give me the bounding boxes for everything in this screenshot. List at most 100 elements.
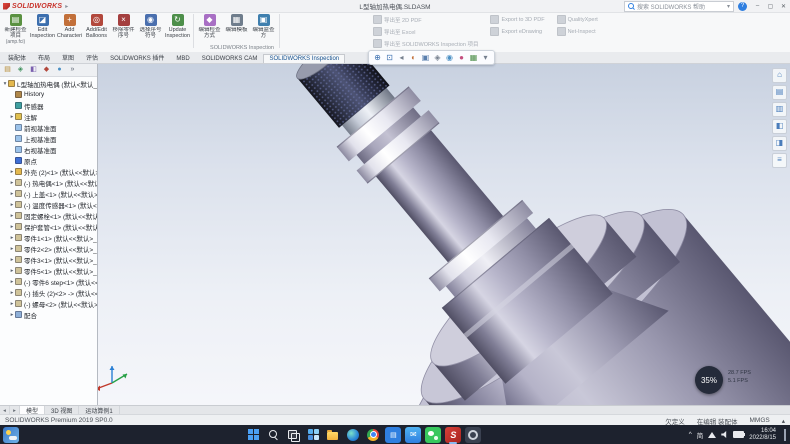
tree-item-14[interactable]: ▸零件2<2> (默认<<默认>_显示状态 (0, 243, 97, 254)
mail-icon[interactable] (405, 427, 421, 443)
export-3d-pdf-button[interactable]: Export to 3D PDF (490, 15, 544, 24)
tree-item-9[interactable]: ▸(-) 上盖<1> (默认<<默认>_显示状态 (0, 188, 97, 199)
solidworks-resources-tab[interactable]: ⌂ (772, 68, 787, 83)
ribbon-tab-cam[interactable]: SOLIDWORKS CAM (196, 54, 264, 63)
tree-item-15[interactable]: ▸零件3<1> (默认<<默认>_显示状态 (0, 254, 97, 265)
tray-chevron-icon[interactable]: ^ (689, 431, 692, 438)
show-desktop-button[interactable] (784, 429, 786, 441)
ribbon-tab-evaluate[interactable]: 评估 (80, 51, 104, 63)
tree-item-11[interactable]: ▸固定螺栓<1> (默认<<默认>_显示状 (0, 210, 97, 221)
model-assembly[interactable] (183, 63, 790, 405)
model-3d-view[interactable] (0, 63, 790, 405)
menu-expand-arrow-icon[interactable]: ▸ (65, 3, 68, 10)
taskbar-clock[interactable]: 16:04 2022/8/15 (749, 428, 776, 442)
store-icon[interactable] (385, 427, 401, 443)
file-explorer-tab[interactable]: ▥ (772, 102, 787, 117)
ribbon-update-inspection-project-button[interactable]: ↻Update Inspection Project (164, 12, 191, 39)
taskview-icon[interactable] (285, 427, 301, 443)
configuration-manager-tab[interactable]: ◧ (28, 64, 39, 75)
widgets-weather-icon[interactable] (3, 427, 19, 443)
explorer-icon[interactable] (325, 427, 341, 443)
tree-item-8[interactable]: ▸(-) 热电偶<1> (默认<<默认>_显示状 (0, 177, 97, 188)
close-button[interactable]: ✕ (777, 0, 790, 12)
minimize-button[interactable]: – (751, 0, 764, 12)
ribbon-remove-balloons-button[interactable]: ×移除零件序号 (110, 12, 137, 39)
qualityxpert-button[interactable]: QualityXpert (557, 15, 598, 24)
ribbon-select-balloon-symbol-button[interactable]: ◉选择序号符号 (137, 12, 164, 39)
export-excel-button[interactable]: 导出至 Excel (373, 27, 478, 36)
wechat-icon[interactable] (425, 427, 441, 443)
featuremanager-tree-tab[interactable]: ▤ (2, 64, 13, 75)
ribbon-tab-inspection[interactable]: SOLIDWORKS Inspection (263, 54, 345, 63)
design-library-tab[interactable]: ▤ (772, 85, 787, 100)
view-palette-tab[interactable]: ◧ (772, 119, 787, 134)
section-view-button[interactable]: ◐ (408, 52, 419, 63)
help-search-box[interactable]: 搜索 SOLIDWORKS 帮助 ▾ (624, 1, 734, 12)
tree-item-17[interactable]: ▸(-) 零件6 step<1> (默认<<默认>_显 (0, 276, 97, 287)
solidworks-icon[interactable] (445, 427, 461, 443)
apply-scene-button[interactable]: ▦ (468, 52, 479, 63)
edit-appearance-button[interactable]: ● (456, 52, 467, 63)
search-icon[interactable] (265, 427, 281, 443)
chrome-icon[interactable] (365, 427, 381, 443)
dimxpert-manager-tab[interactable]: ◆ (41, 64, 52, 75)
help-icon[interactable]: ? (738, 2, 747, 11)
settings-icon[interactable] (465, 427, 481, 443)
tree-item-3[interactable]: 前视基准面 (0, 122, 97, 133)
maximize-button[interactable]: ▢ (764, 0, 777, 12)
display-manager-tab[interactable]: ● (54, 64, 65, 75)
ribbon-edit-template-button[interactable]: ▦编辑模板 (223, 12, 250, 33)
tree-item-18[interactable]: ▸(-) 插头 (2)<2> -> (默认<<默认>_显 (0, 287, 97, 298)
status-expand-caret-icon[interactable]: ▴ (782, 417, 785, 425)
tree-item-13[interactable]: ▸零件1<1> (默认<<默认>_显示状态 (0, 232, 97, 243)
appearances-tab[interactable]: ◨ (772, 136, 787, 151)
ribbon-tab-sketch[interactable]: 草图 (56, 51, 80, 63)
custom-properties-tab[interactable]: ≡ (772, 153, 787, 168)
ribbon-tab-layout[interactable]: 布局 (32, 51, 56, 63)
tree-item-7[interactable]: ▸外壳 (2)<1> (默认<<默认>_显示状态 (0, 166, 97, 177)
ribbon-edit-supervision-method-button[interactable]: ▣编辑监查方 (250, 12, 277, 39)
ribbon-new-inspection-project-button[interactable]: ▤新建检查项目(amp.fci) (2, 12, 29, 46)
ribbon-edit-inspection-project-button[interactable]: ◪Edit Inspection (29, 12, 56, 39)
ribbon-tab-addins[interactable]: SOLIDWORKS 插件 (104, 51, 170, 63)
widgets-icon[interactable] (305, 427, 321, 443)
tree-item-19[interactable]: ▸(-) 螺母<2> (默认<<默认>_显示状 (0, 298, 97, 309)
expand-panel-tab[interactable]: » (67, 64, 78, 75)
tree-item-2[interactable]: ▸注解 (0, 111, 97, 122)
tree-item-16[interactable]: ▸零件5<1> (默认<<默认>_显示状态 (0, 265, 97, 276)
graphics-area[interactable] (0, 63, 790, 405)
tree-item-0[interactable]: History (0, 89, 97, 100)
tree-item-5[interactable]: 右视基准面 (0, 144, 97, 155)
zoom-fit-button[interactable]: ⊕ (372, 52, 383, 63)
tree-item-10[interactable]: ▸(-) 温度传感器<1> (默认<<默认>_显 (0, 199, 97, 210)
start-icon[interactable] (245, 427, 261, 443)
edge-icon[interactable] (345, 427, 361, 443)
zoom-area-button[interactable]: ⊡ (384, 52, 395, 63)
status-units[interactable]: MMGS (750, 417, 770, 424)
display-style-button[interactable]: ◈ (432, 52, 443, 63)
view-orientation-button[interactable]: ▣ (420, 52, 431, 63)
export-inspection-project-button[interactable]: 导出至 SOLIDWORKS Inspection 项目 (373, 39, 478, 48)
volume-icon[interactable] (721, 431, 728, 438)
input-language-indicator[interactable]: 简 (697, 430, 704, 440)
network-icon[interactable] (708, 432, 716, 438)
view-settings-button[interactable]: ▾ (480, 52, 491, 63)
search-caret-icon[interactable]: ▾ (727, 3, 730, 10)
tree-item-12[interactable]: ▸保护套管<1> (默认<<默认>_显示状 (0, 221, 97, 232)
previous-view-button[interactable]: ◂ (396, 52, 407, 63)
ribbon-add-edit-balloons-button[interactable]: ◎Add/Edit Balloons (83, 12, 110, 39)
tree-root-item[interactable]: ▾L型轴加热电偶 (默认<默认_显示状态-1) (0, 78, 97, 89)
property-manager-tab[interactable]: ◈ (15, 64, 26, 75)
ribbon-tab-mbd[interactable]: MBD (170, 54, 195, 63)
tree-item-1[interactable]: 传感器 (0, 100, 97, 111)
ribbon-edit-inspection-method-button[interactable]: ◆编辑检查方式 (196, 12, 223, 39)
ribbon-add-characteristic-button[interactable]: +Add Characteristic (56, 12, 83, 39)
ribbon-tab-assembly[interactable]: 装配体 (2, 51, 32, 63)
net-inspect-button[interactable]: Net-Inspect (557, 27, 598, 36)
tree-item-6[interactable]: 原点 (0, 155, 97, 166)
battery-icon[interactable] (733, 431, 744, 438)
export-edrawing-button[interactable]: Export eDrawing (490, 27, 544, 36)
hide-show-items-button[interactable]: ◉ (444, 52, 455, 63)
export-2d-pdf-button[interactable]: 导出至 2D PDF (373, 15, 478, 24)
tree-item-4[interactable]: 上视基准面 (0, 133, 97, 144)
